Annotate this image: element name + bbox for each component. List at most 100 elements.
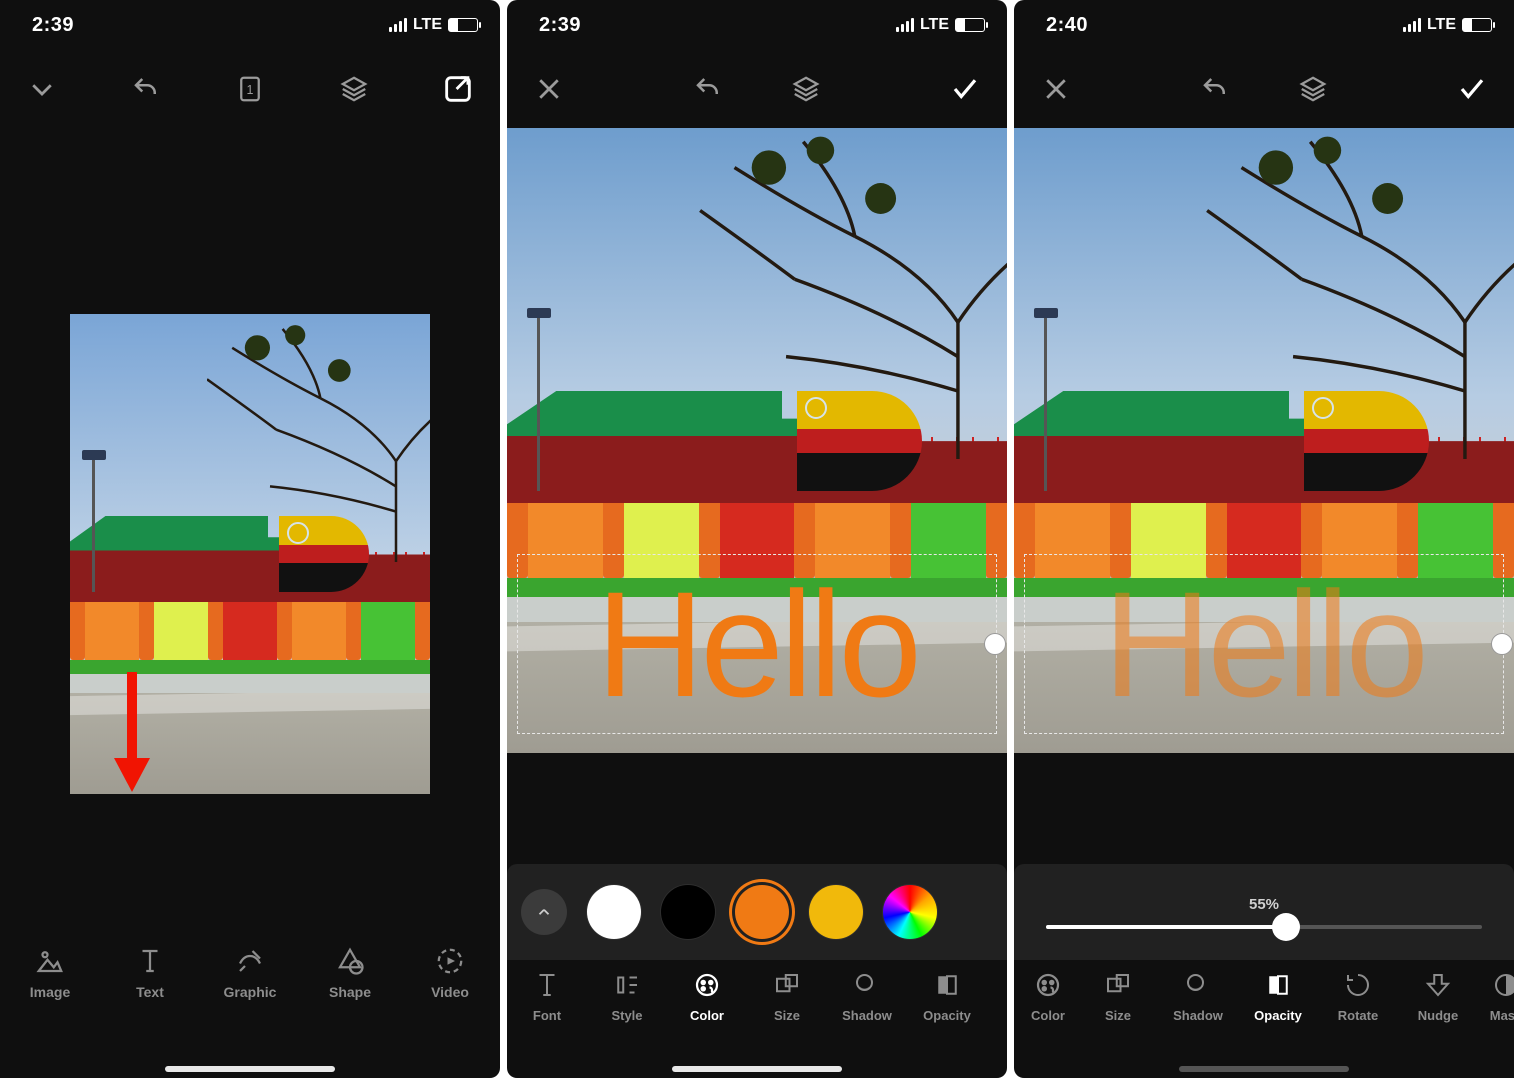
- color-swatch-row: [507, 864, 1007, 960]
- eyedropper-toggle[interactable]: [521, 889, 567, 935]
- tab-label: Shadow: [1173, 1008, 1223, 1023]
- color-swatch-yellow[interactable]: [809, 885, 863, 939]
- opacity-slider[interactable]: [1046, 925, 1482, 929]
- tab-label: Color: [690, 1008, 724, 1023]
- tab-text[interactable]: Text: [100, 946, 200, 1000]
- text-overlay[interactable]: Hello: [596, 569, 918, 719]
- status-time: 2:39: [32, 14, 74, 37]
- top-toolbar: 1: [0, 50, 500, 128]
- share-button[interactable]: [440, 71, 476, 107]
- text-selection-box[interactable]: Hello: [517, 554, 997, 734]
- tab-label: Opacity: [1254, 1008, 1302, 1023]
- text-property-tabs[interactable]: Font Style Color Size Shadow Opacity: [507, 960, 1007, 1078]
- tree-graphic: [207, 314, 430, 568]
- tree-graphic: [1204, 128, 1514, 459]
- status-bar: 2:39 LTE: [507, 0, 1007, 50]
- status-time: 2:39: [539, 14, 581, 37]
- cancel-button[interactable]: [1038, 71, 1074, 107]
- pages-button[interactable]: 1: [232, 71, 268, 107]
- network-label: LTE: [920, 16, 949, 34]
- opacity-slider-panel: 55%: [1014, 864, 1514, 960]
- battery-icon: [1462, 18, 1492, 32]
- tab-opacity[interactable]: Opacity: [1238, 970, 1318, 1023]
- screen-1: 2:39 LTE 1: [0, 0, 500, 1078]
- layers-button[interactable]: [788, 71, 824, 107]
- color-swatch-black[interactable]: [661, 885, 715, 939]
- tab-font[interactable]: Font: [507, 970, 587, 1023]
- tab-nudge[interactable]: Nudge: [1398, 970, 1478, 1023]
- project-canvas[interactable]: Hello: [1014, 128, 1514, 753]
- status-time: 2:40: [1046, 14, 1088, 37]
- text-overlay[interactable]: Hello: [1103, 569, 1425, 719]
- undo-button[interactable]: [690, 71, 726, 107]
- tab-shape[interactable]: Shape: [300, 946, 400, 1000]
- tab-label: Size: [1105, 1008, 1131, 1023]
- tab-color[interactable]: Color: [1018, 970, 1078, 1023]
- tab-shadow[interactable]: Shadow: [827, 970, 907, 1023]
- tab-label: Nudge: [1418, 1008, 1458, 1023]
- top-toolbar: [507, 50, 1007, 128]
- network-label: LTE: [1427, 16, 1456, 34]
- home-indicator[interactable]: [165, 1066, 335, 1072]
- tab-label: Shadow: [842, 1008, 892, 1023]
- slider-thumb[interactable]: [1272, 913, 1300, 941]
- screen-2: 2:39 LTE: [507, 0, 1007, 1078]
- home-indicator[interactable]: [672, 1066, 842, 1072]
- opacity-value-label: 55%: [1249, 896, 1279, 913]
- status-right: LTE: [389, 16, 478, 34]
- status-right: LTE: [896, 16, 985, 34]
- project-canvas[interactable]: Hello: [507, 128, 1007, 753]
- tab-label: Image: [30, 984, 70, 1000]
- tab-mask[interactable]: Mask: [1478, 970, 1514, 1023]
- tab-opacity[interactable]: Opacity: [907, 970, 987, 1023]
- text-selection-box[interactable]: Hello: [1024, 554, 1504, 734]
- tab-label: Graphic: [224, 984, 277, 1000]
- cellular-signal-icon: [1403, 18, 1421, 32]
- tree-graphic: [697, 128, 1007, 459]
- tab-shadow[interactable]: Shadow: [1158, 970, 1238, 1023]
- cancel-button[interactable]: [531, 71, 567, 107]
- cellular-signal-icon: [896, 18, 914, 32]
- tab-label: Color: [1031, 1008, 1065, 1023]
- tab-label: Video: [431, 984, 469, 1000]
- tab-label: Shape: [329, 984, 371, 1000]
- layers-button[interactable]: [1295, 71, 1331, 107]
- tab-video[interactable]: Video: [400, 946, 500, 1000]
- collapse-button[interactable]: [24, 71, 60, 107]
- tab-size[interactable]: Size: [1078, 970, 1158, 1023]
- tab-rotate[interactable]: Rotate: [1318, 970, 1398, 1023]
- network-label: LTE: [413, 16, 442, 34]
- tab-style[interactable]: Style: [587, 970, 667, 1023]
- tab-label: Mask: [1490, 1008, 1514, 1023]
- tab-color[interactable]: Color: [667, 970, 747, 1023]
- status-right: LTE: [1403, 16, 1492, 34]
- cellular-signal-icon: [389, 18, 407, 32]
- layers-button[interactable]: [336, 71, 372, 107]
- undo-button[interactable]: [1197, 71, 1233, 107]
- tab-graphic[interactable]: Graphic: [200, 946, 300, 1000]
- canvas-area[interactable]: [0, 128, 500, 932]
- status-bar: 2:40 LTE: [1014, 0, 1514, 50]
- project-canvas[interactable]: [70, 314, 430, 794]
- color-swatch-orange[interactable]: [735, 885, 789, 939]
- tab-label: Rotate: [1338, 1008, 1378, 1023]
- top-toolbar: [1014, 50, 1514, 128]
- tab-label: Style: [611, 1008, 642, 1023]
- color-swatch-rainbow[interactable]: [883, 885, 937, 939]
- canvas-area[interactable]: Hello: [1014, 128, 1514, 753]
- tab-size[interactable]: Size: [747, 970, 827, 1023]
- tab-image[interactable]: Image: [0, 946, 100, 1000]
- tab-label: Text: [136, 984, 164, 1000]
- color-swatch-white[interactable]: [587, 885, 641, 939]
- battery-icon: [955, 18, 985, 32]
- undo-button[interactable]: [128, 71, 164, 107]
- canvas-area[interactable]: Hello: [507, 128, 1007, 753]
- confirm-button[interactable]: [947, 71, 983, 107]
- svg-text:1: 1: [247, 83, 254, 97]
- tab-label: Size: [774, 1008, 800, 1023]
- status-bar: 2:39 LTE: [0, 0, 500, 50]
- text-property-tabs[interactable]: Color Size Shadow Opacity Rotate Nudge M…: [1014, 960, 1514, 1078]
- confirm-button[interactable]: [1454, 71, 1490, 107]
- home-indicator[interactable]: [1179, 1066, 1349, 1072]
- element-type-tabs: Image Text Graphic Shape Video: [0, 932, 500, 1078]
